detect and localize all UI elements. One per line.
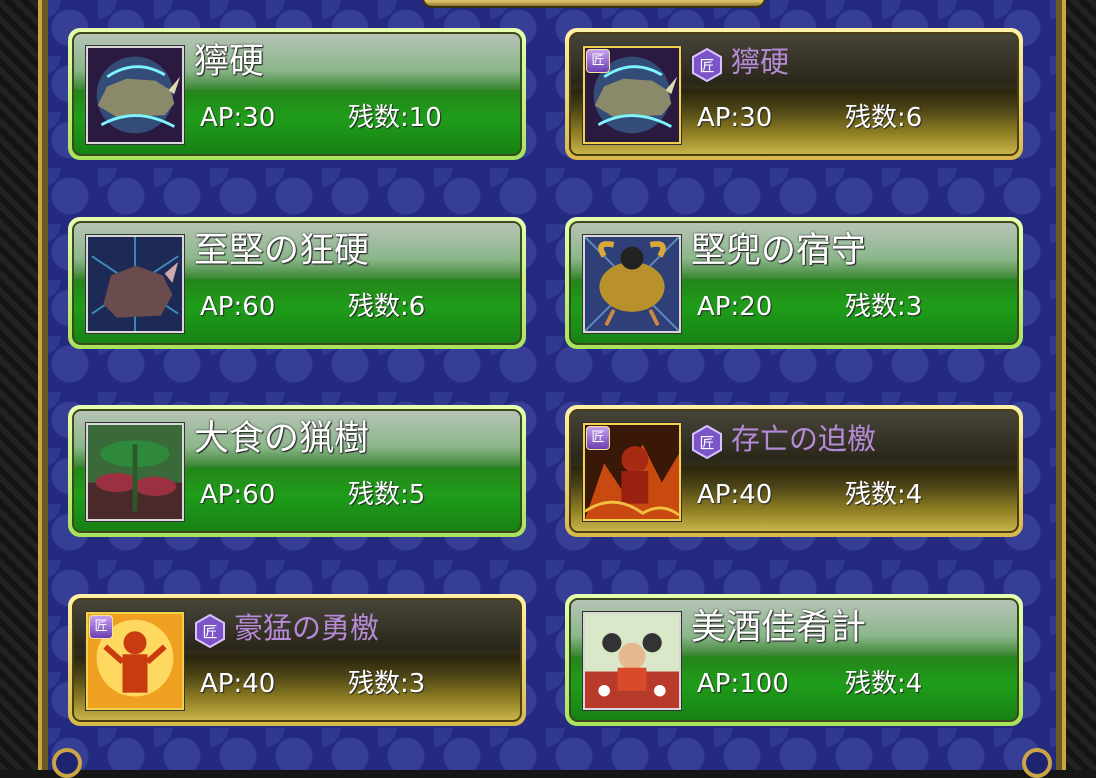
remaining-count: 残数:5: [348, 479, 425, 511]
remaining-number: 4: [905, 480, 923, 510]
artisan-hex-icon: 匠: [691, 424, 723, 460]
card-item[interactable]: 至堅の狂硬 AP:60 残数:6: [68, 217, 526, 349]
ap-label: AP:: [697, 669, 740, 699]
rhino-portrait-icon: 匠: [583, 46, 681, 144]
card-item[interactable]: 匠 匠 存亡の迫檄 AP:40 残数:4: [565, 405, 1023, 537]
artisan-hex-icon: 匠: [691, 47, 723, 83]
ap-value: AP:40: [697, 479, 772, 511]
remaining-label: 残数:: [845, 103, 906, 133]
remaining-label: 残数:: [845, 669, 906, 699]
rhino-portrait-icon: [86, 46, 184, 144]
remaining-number: 10: [408, 103, 442, 133]
card-body: 匠 匠 獰硬 AP:30 残数:6: [569, 32, 1019, 156]
remaining-count: 残数:10: [348, 102, 442, 134]
card-body: 匠 匠 豪猛の勇檄 AP:40 残数:3: [72, 598, 522, 722]
remaining-label: 残数:: [845, 292, 906, 322]
ap-number: 60: [242, 292, 276, 322]
remaining-count: 残数:3: [348, 668, 425, 700]
card-item[interactable]: 堅兜の宿守 AP:20 残数:3: [565, 217, 1023, 349]
artisan-badge-icon: 匠: [586, 49, 610, 73]
ap-number: 20: [739, 292, 773, 322]
svg-text:匠: 匠: [202, 623, 217, 641]
remaining-count: 残数:4: [845, 479, 922, 511]
card-name: 獰硬: [731, 45, 790, 79]
ap-value: AP:30: [697, 102, 772, 134]
remaining-label: 残数:: [348, 292, 409, 322]
ap-value: AP:100: [697, 668, 789, 700]
artisan-badge-icon: 匠: [89, 615, 113, 639]
remaining-number: 6: [905, 103, 923, 133]
ap-value: AP:60: [200, 291, 275, 323]
remaining-count: 残数:6: [348, 291, 425, 323]
corner-ornament-left: [52, 748, 82, 778]
plant-portrait-icon: [86, 423, 184, 521]
corner-ornament-right: [1022, 748, 1052, 778]
remaining-label: 残数:: [348, 480, 409, 510]
remaining-number: 4: [905, 669, 923, 699]
card-name: 堅兜の宿守: [691, 231, 867, 271]
card-name: 大食の猟樹: [194, 419, 370, 459]
ap-number: 30: [739, 103, 773, 133]
ap-label: AP:: [200, 292, 243, 322]
left-border-strip: [0, 0, 38, 770]
card-body: 獰硬 AP:30 残数:10: [72, 32, 522, 156]
ap-label: AP:: [697, 480, 740, 510]
svg-text:匠: 匠: [699, 434, 714, 452]
remaining-number: 3: [408, 669, 426, 699]
remaining-count: 残数:4: [845, 668, 922, 700]
ap-label: AP:: [200, 103, 243, 133]
remaining-count: 残数:3: [845, 291, 922, 323]
dark-rhino-portrait-icon: [86, 235, 184, 333]
ap-value: AP:40: [200, 668, 275, 700]
ap-number: 60: [242, 480, 276, 510]
top-ornament: [422, 0, 766, 8]
card-name: 至堅の狂硬: [194, 231, 370, 271]
card-body: 美酒佳肴計 AP:100 残数:4: [569, 598, 1019, 722]
ap-label: AP:: [200, 480, 243, 510]
ap-number: 100: [739, 669, 789, 699]
svg-text:匠: 匠: [699, 57, 714, 75]
remaining-number: 6: [408, 292, 426, 322]
beetle-portrait-icon: [583, 235, 681, 333]
ap-value: AP:20: [697, 291, 772, 323]
card-item[interactable]: 大食の猟樹 AP:60 残数:5: [68, 405, 526, 537]
card-name: 存亡の迫檄: [731, 422, 877, 456]
card-item[interactable]: 獰硬 AP:30 残数:10: [68, 28, 526, 160]
ap-label: AP:: [200, 669, 243, 699]
card-name: 豪猛の勇檄: [234, 611, 380, 645]
card-body: 大食の猟樹 AP:60 残数:5: [72, 409, 522, 533]
remaining-number: 5: [408, 480, 426, 510]
card-item[interactable]: 匠 匠 豪猛の勇檄 AP:40 残数:3: [68, 594, 526, 726]
card-body: 匠 匠 存亡の迫檄 AP:40 残数:4: [569, 409, 1019, 533]
ap-number: 30: [242, 103, 276, 133]
ap-number: 40: [739, 480, 773, 510]
artisan-badge-icon: 匠: [586, 426, 610, 450]
ap-number: 40: [242, 669, 276, 699]
card-body: 堅兜の宿守 AP:20 残数:3: [569, 221, 1019, 345]
fire-warrior-portrait-icon: 匠: [583, 423, 681, 521]
remaining-label: 残数:: [845, 480, 906, 510]
ap-label: AP:: [697, 103, 740, 133]
card-body: 至堅の狂硬 AP:60 残数:6: [72, 221, 522, 345]
card-name: 美酒佳肴計: [691, 608, 867, 648]
remaining-number: 3: [905, 292, 923, 322]
remaining-count: 残数:6: [845, 102, 922, 134]
remaining-label: 残数:: [348, 669, 409, 699]
ap-value: AP:30: [200, 102, 275, 134]
ap-value: AP:60: [200, 479, 275, 511]
ap-label: AP:: [697, 292, 740, 322]
card-name: 獰硬: [194, 42, 265, 82]
artisan-hex-icon: 匠: [194, 613, 226, 649]
flame-hero-portrait-icon: 匠: [86, 612, 184, 710]
feast-portrait-icon: [583, 612, 681, 710]
remaining-label: 残数:: [348, 103, 409, 133]
card-item[interactable]: 匠 匠 獰硬 AP:30 残数:6: [565, 28, 1023, 160]
card-item[interactable]: 美酒佳肴計 AP:100 残数:4: [565, 594, 1023, 726]
